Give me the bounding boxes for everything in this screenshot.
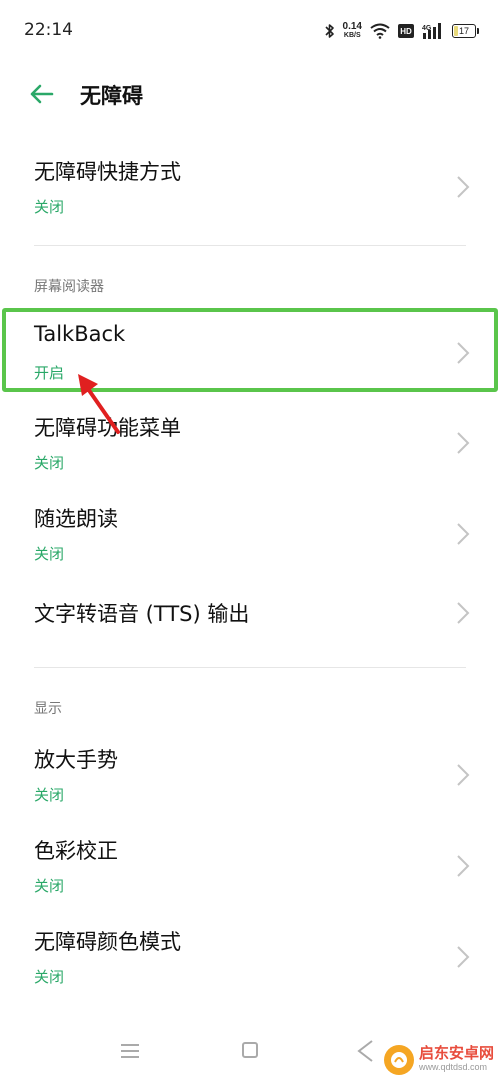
status-icons: 0.14 KB/S HD 4G 17 xyxy=(324,18,479,44)
watermark-name: 启东安卓网 xyxy=(419,1044,495,1062)
magnification-gesture-item[interactable]: 放大手势 关闭 xyxy=(0,730,500,820)
app-header: 无障碍 xyxy=(0,62,500,126)
signal-icon: 4G xyxy=(422,23,441,39)
nav-back-icon[interactable] xyxy=(356,1039,374,1063)
section-label-screen-reader: 屏幕阅读器 xyxy=(34,279,104,295)
chevron-right-icon xyxy=(457,523,470,545)
hd-badge: HD xyxy=(398,24,414,38)
back-arrow-icon[interactable] xyxy=(26,78,58,110)
status-bar: 22:14 0.14 KB/S HD 4G 17 xyxy=(0,0,500,62)
item-title: 无障碍颜色模式 xyxy=(34,930,181,954)
chevron-right-icon xyxy=(457,602,470,624)
item-status: 关闭 xyxy=(34,454,65,472)
item-status: 关闭 xyxy=(34,877,65,895)
home-button[interactable] xyxy=(242,1042,258,1058)
item-title: 随选朗读 xyxy=(34,507,118,531)
item-status: 关闭 xyxy=(34,545,65,563)
item-status: 关闭 xyxy=(34,198,65,216)
watermark: 启东安卓网 www.qdtdsd.com xyxy=(384,1040,494,1080)
annotation-arrow-icon xyxy=(78,374,120,434)
item-status: 关闭 xyxy=(34,968,65,986)
status-time: 22:14 xyxy=(24,20,73,40)
network-speed: 0.14 KB/S xyxy=(342,21,362,40)
bluetooth-icon xyxy=(324,24,334,38)
section-label-display: 显示 xyxy=(34,701,62,717)
chevron-right-icon xyxy=(457,855,470,877)
item-title: 色彩校正 xyxy=(34,839,118,863)
menu-icon[interactable] xyxy=(120,1042,140,1060)
select-to-speak-item[interactable]: 随选朗读 关闭 xyxy=(0,489,500,579)
item-status: 关闭 xyxy=(34,786,65,804)
item-title: TalkBack xyxy=(34,322,126,346)
item-status: 开启 xyxy=(34,364,65,382)
chevron-right-icon xyxy=(457,176,470,198)
divider xyxy=(34,667,466,668)
wifi-icon xyxy=(370,23,390,39)
color-correction-item[interactable]: 色彩校正 关闭 xyxy=(0,821,500,911)
watermark-url: www.qdtdsd.com xyxy=(419,1062,488,1072)
item-title: 无障碍快捷方式 xyxy=(34,160,181,184)
page-title: 无障碍 xyxy=(80,84,143,108)
chevron-right-icon xyxy=(457,946,470,968)
battery-icon: 17 xyxy=(452,24,479,38)
chevron-right-icon xyxy=(457,432,470,454)
accessibility-shortcut-item[interactable]: 无障碍快捷方式 关闭 xyxy=(0,142,500,232)
tts-output-item[interactable]: 文字转语音 (TTS) 输出 xyxy=(0,568,500,658)
watermark-logo-icon xyxy=(384,1045,414,1075)
item-title: 放大手势 xyxy=(34,748,118,772)
accessibility-color-mode-item[interactable]: 无障碍颜色模式 关闭 xyxy=(0,912,500,1002)
chevron-right-icon xyxy=(457,764,470,786)
item-title: 文字转语音 (TTS) 输出 xyxy=(34,602,250,626)
divider xyxy=(34,245,466,246)
chevron-right-icon xyxy=(457,342,470,364)
